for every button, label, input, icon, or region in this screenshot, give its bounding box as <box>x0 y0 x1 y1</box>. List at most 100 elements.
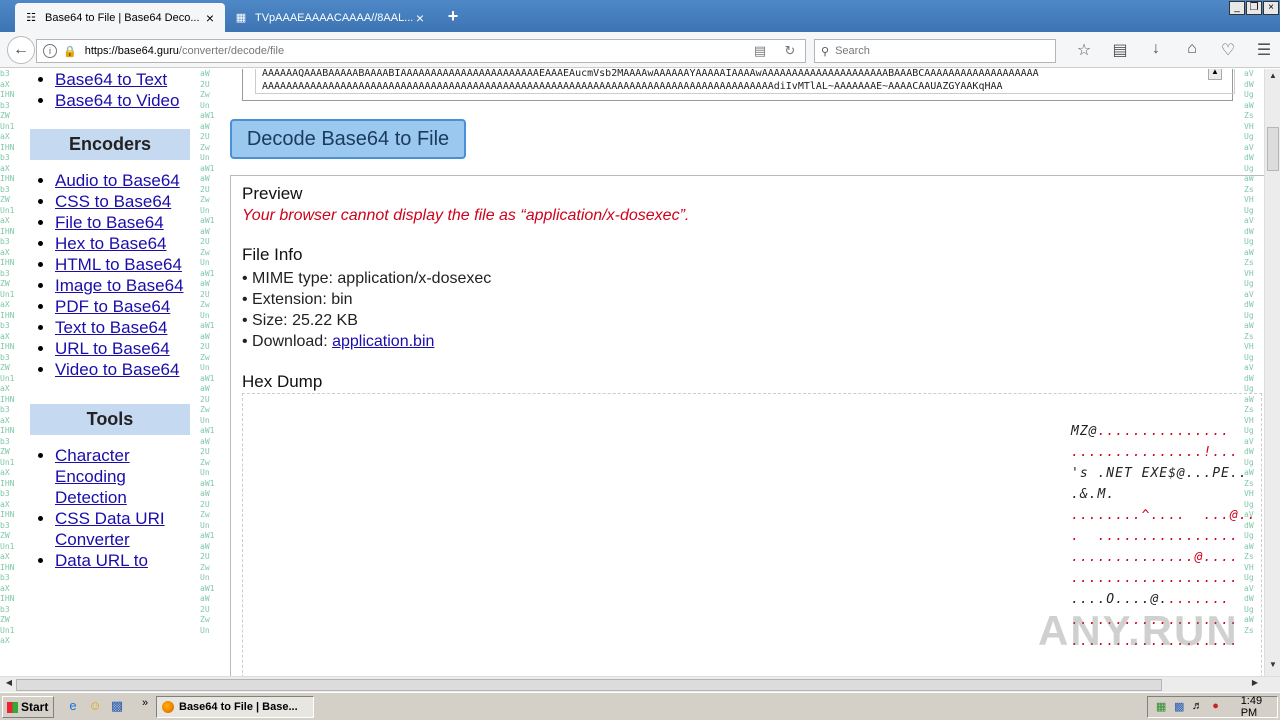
link-css-to-base64[interactable]: CSS to Base64 <box>55 192 171 211</box>
link-data-url-to[interactable]: Data URL to <box>55 551 148 570</box>
close-tab-icon[interactable]: × <box>413 10 427 26</box>
scroll-down-icon[interactable]: ▼ <box>1265 660 1280 674</box>
base64-input-textarea[interactable]: AAAAAAQAAABAAAAABAAAABIAAAAAAAAAAAAAAAAA… <box>255 69 1235 94</box>
result-panel: Preview Your browser cannot display the … <box>230 175 1264 676</box>
media-icon[interactable]: ☺ <box>84 698 106 716</box>
scroll-right-icon[interactable]: ▶ <box>1248 678 1262 687</box>
download-icon[interactable]: ↓ <box>1138 40 1174 60</box>
search-icon: ⚲ <box>821 45 830 58</box>
download-link[interactable]: application.bin <box>332 333 434 350</box>
hex-line: ...............!... <box>1071 445 1239 460</box>
taskbar-firefox-window[interactable]: Base64 to File | Base... <box>156 696 314 718</box>
encoders-list: Audio to Base64 CSS to Base64 File to Ba… <box>20 170 200 380</box>
list-item: File to Base64 <box>55 212 200 233</box>
scroll-thumb[interactable] <box>16 679 1162 691</box>
lock-icon: 🔒 <box>63 45 77 58</box>
start-button[interactable]: Start <box>2 696 54 718</box>
chevron-right-icon[interactable]: » <box>142 697 148 709</box>
url-text[interactable]: https://base64.guru/converter/decode/fil… <box>85 45 745 57</box>
home-icon[interactable]: ⌂ <box>1174 40 1210 60</box>
link-text-to-base64[interactable]: Text to Base64 <box>55 318 167 337</box>
list-item: Base64 to Text <box>55 69 200 90</box>
link-base64-to-video[interactable]: Base64 to Video <box>55 91 179 110</box>
list-item: HTML to Base64 <box>55 254 200 275</box>
textarea-scroll-up-icon[interactable]: ▲ <box>1208 69 1222 80</box>
tab-base64-data[interactable]: ▦ TVpAAAEAAAACAAAA//8AAL... × <box>225 3 435 32</box>
site-info-icon[interactable]: i <box>43 44 57 58</box>
list-item: Data URL to <box>55 550 200 571</box>
new-tab-button[interactable]: + <box>443 6 463 27</box>
link-hex-to-base64[interactable]: Hex to Base64 <box>55 234 167 253</box>
link-file-to-base64[interactable]: File to Base64 <box>55 213 164 232</box>
scroll-left-icon[interactable]: ◀ <box>2 678 16 687</box>
link-audio-to-base64[interactable]: Audio to Base64 <box>55 171 180 190</box>
hex-line: . ................ <box>1071 529 1239 544</box>
file-favicon-icon: ▦ <box>235 12 247 24</box>
hex-line: .&.M. <box>1071 487 1116 502</box>
link-html-to-base64[interactable]: HTML to Base64 <box>55 255 182 274</box>
link-image-to-base64[interactable]: Image to Base64 <box>55 276 184 295</box>
scroll-up-icon[interactable]: ▲ <box>1265 71 1280 85</box>
window-controls: _ ❐ × <box>1228 1 1279 15</box>
security-icon[interactable]: ● <box>1209 700 1223 714</box>
bookmarks-list-icon[interactable]: ▤ <box>1102 40 1138 60</box>
tools-list: Character Encoding Detection CSS Data UR… <box>20 445 200 571</box>
system-tray: ▦ ▩ ♬ ● 1:49 PM <box>1147 695 1278 719</box>
address-bar[interactable]: i 🔒 https://base64.guru/converter/decode… <box>36 39 806 63</box>
volume-icon[interactable]: ♬ <box>1190 700 1204 714</box>
link-url-to-base64[interactable]: URL to Base64 <box>55 339 170 358</box>
tab-title: Base64 to File | Base64 Deco... <box>45 11 200 24</box>
list-item: Image to Base64 <box>55 275 200 296</box>
site-favicon-icon: ☷ <box>26 12 36 24</box>
background-pattern: b3 aX IHN b3 ZW Un1 aX IHN b3 aX IHN b3 … <box>0 69 15 645</box>
link-css-data-uri-converter[interactable]: CSS Data URI Converter <box>55 509 165 549</box>
reader-view-icon[interactable]: ▤ <box>745 43 775 59</box>
menu-icon[interactable]: ☰ <box>1246 40 1280 60</box>
link-pdf-to-base64[interactable]: PDF to Base64 <box>55 297 170 316</box>
minimize-icon[interactable]: _ <box>1229 1 1245 15</box>
extension-info: • Extension: bin <box>242 291 353 308</box>
mime-type-info: • MIME type: application/x-dosexec <box>242 270 492 287</box>
scroll-thumb[interactable] <box>1267 127 1279 171</box>
horizontal-scrollbar[interactable]: ◀ ▶ <box>0 676 1280 692</box>
navigation-toolbar: ← i 🔒 https://base64.guru/converter/deco… <box>0 32 1280 68</box>
hex-line: ........^.... ...@.. <box>1071 508 1257 523</box>
input-line: AAAAAAAAAAAAAAAAAAAAAAAAAAAAAAAAAAAAAAAA… <box>262 81 1003 92</box>
background-pattern: aW 2U Zw Un aW1 aW 2U Zw Un aW1 aW 2U Zw… <box>200 69 215 635</box>
decode-button[interactable]: Decode Base64 to File <box>230 119 466 159</box>
hex-line: ..............@.... <box>1071 550 1239 565</box>
input-line: AAAAAAQAAABAAAAABAAAABIAAAAAAAAAAAAAAAAA… <box>262 69 1039 79</box>
main-content: AAAAAAQAAABAAAAABAAAABIAAAAAAAAAAAAAAAAA… <box>230 69 1264 676</box>
reload-icon[interactable]: ↻ <box>775 43 805 59</box>
link-base64-to-text[interactable]: Base64 to Text <box>55 70 167 89</box>
restore-icon[interactable]: ❐ <box>1246 1 1262 15</box>
close-tab-icon[interactable]: × <box>203 10 217 26</box>
list-item: PDF to Base64 <box>55 296 200 317</box>
search-input[interactable]: ⚲ Search <box>814 39 1056 63</box>
monitor-icon[interactable]: ▩ <box>1172 700 1186 714</box>
download-label: • Download: <box>242 333 333 350</box>
download-info: • Download: application.bin <box>242 331 1258 352</box>
back-button[interactable]: ← <box>7 36 35 64</box>
tab-base64-decoder[interactable]: ☷ Base64 to File | Base64 Deco... × <box>15 3 225 32</box>
network-icon[interactable]: ▦ <box>1154 700 1168 714</box>
close-window-icon[interactable]: × <box>1263 1 1279 15</box>
bookmark-star-icon[interactable]: ☆ <box>1066 40 1102 60</box>
vertical-scrollbar[interactable]: ▲ ▼ <box>1264 69 1280 676</box>
link-video-to-base64[interactable]: Video to Base64 <box>55 360 179 379</box>
toolbar-icons: ☆ ▤ ↓ ⌂ ♡ ☰ <box>1066 40 1280 60</box>
clock: 1:49 PM <box>1240 695 1263 719</box>
pocket-icon[interactable]: ♡ <box>1210 40 1246 60</box>
ie-icon[interactable]: e <box>62 698 84 716</box>
search-placeholder: Search <box>835 45 870 57</box>
link-character-encoding-detection[interactable]: Character Encoding Detection <box>55 446 130 507</box>
anyrun-watermark: ANY.RUN <box>1038 607 1239 654</box>
sidebar: Base64 to Text Base64 to Video Encoders … <box>20 69 200 676</box>
list-item: Video to Base64 <box>55 359 200 380</box>
tab-bar: ☷ Base64 to File | Base64 Deco... × ▦ TV… <box>0 0 1280 32</box>
list-item: CSS to Base64 <box>55 191 200 212</box>
file-info-heading: File Info <box>242 245 303 264</box>
preview-error-message: Your browser cannot display the file as … <box>242 207 690 224</box>
desktop-icon[interactable]: ▩ <box>106 698 128 716</box>
preview-heading: Preview <box>242 184 303 203</box>
